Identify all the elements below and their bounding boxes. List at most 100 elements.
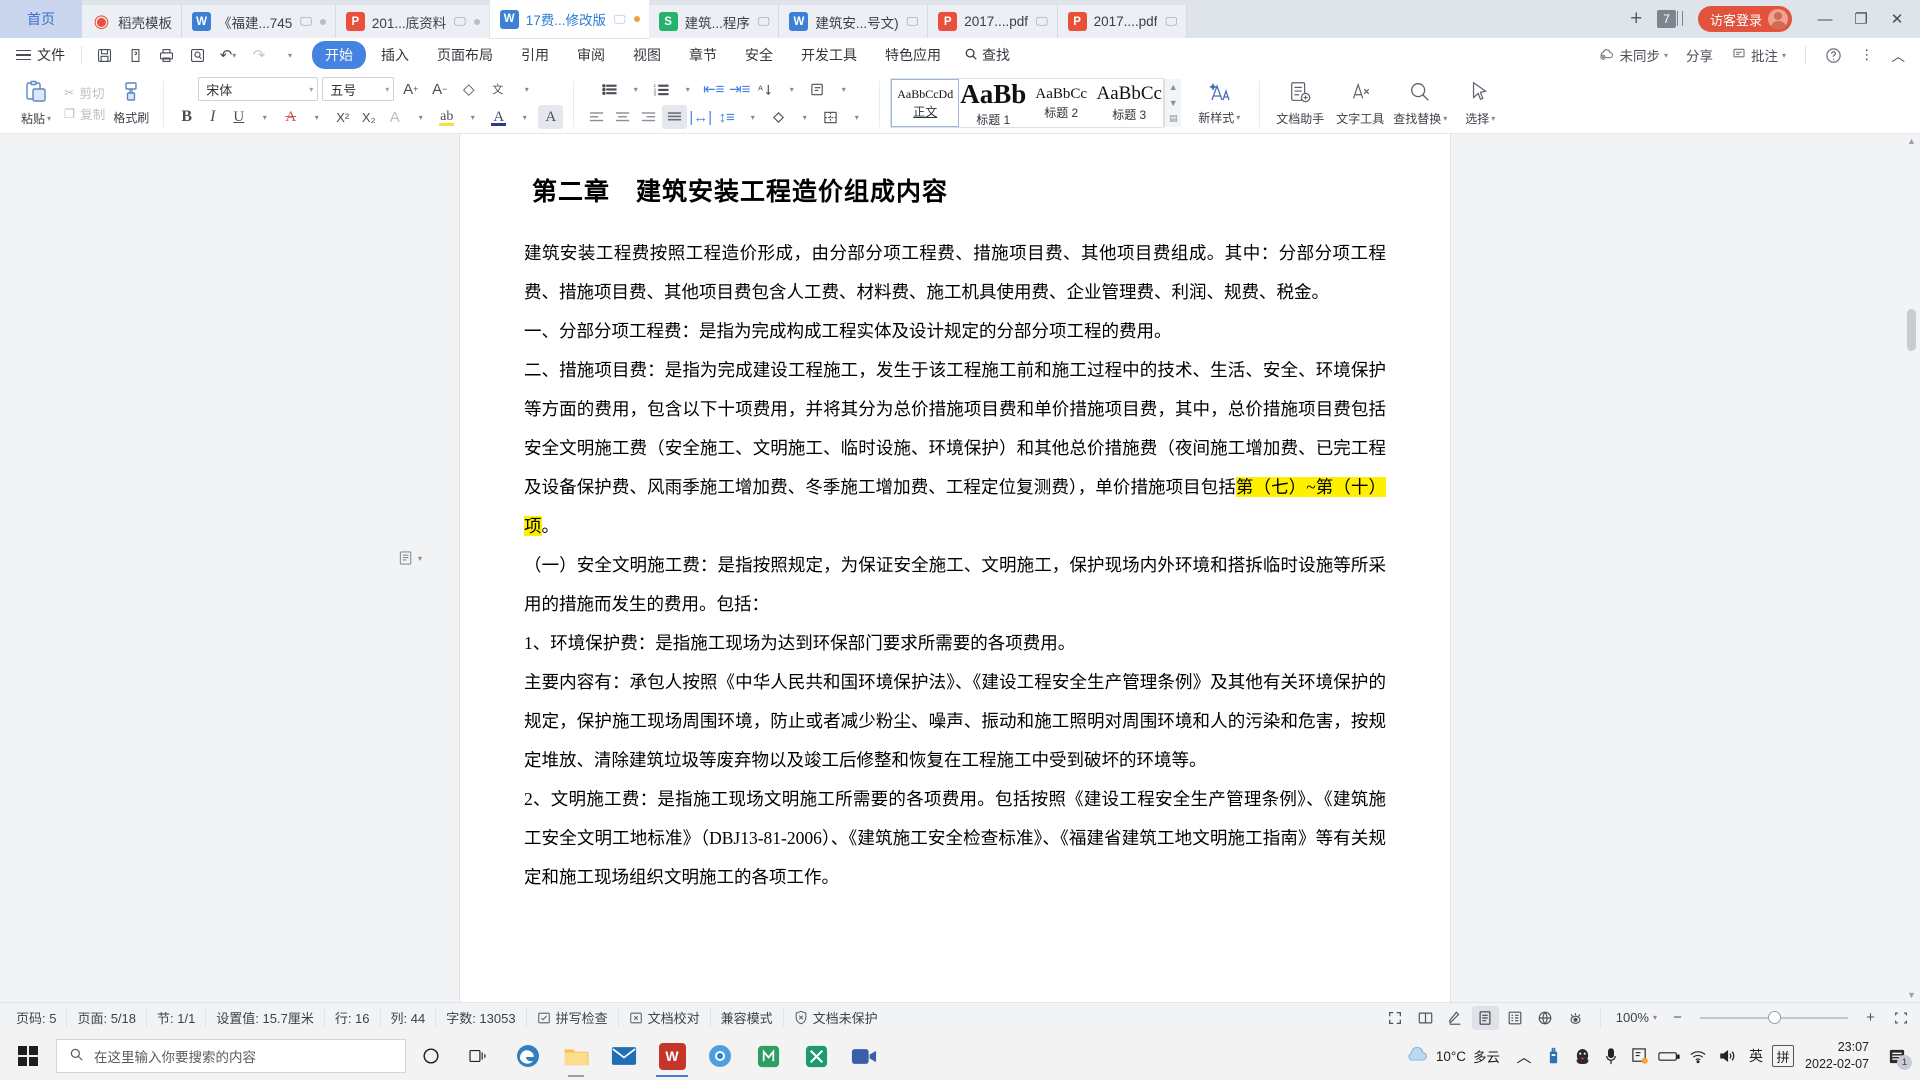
ribbon-tab[interactable]: 页面布局 [424,41,506,69]
search-input[interactable]: 在这里输入你要搜索的内容 [56,1039,406,1073]
document-page[interactable]: 第二章 建筑安装工程造价组成内容 建筑安装工程费按照工程造价形成，由分部分项工程… [460,134,1450,1002]
ribbon-tab[interactable]: 安全 [732,41,786,69]
font-name-select[interactable]: 宋体 ▾ [198,77,319,101]
chevron-down-icon[interactable]: ▾ [514,77,539,101]
tab-monitor-icon[interactable]: 🖵 [614,12,626,27]
new-tab-button[interactable]: + [1621,7,1651,31]
volume-icon[interactable] [1714,1034,1740,1078]
tab-monitor-icon[interactable]: 🖵 [454,14,466,29]
windows-start-icon[interactable] [4,1032,52,1080]
web-view-icon[interactable] [1532,1006,1559,1030]
status-bar-item[interactable]: 节: 1/1 [147,1008,207,1027]
chevron-down-icon[interactable]: ▾ [460,105,485,129]
font-size-select[interactable]: 五号 ▾ [322,77,395,101]
clear-format-icon[interactable]: ◇ [456,77,481,101]
ribbon-tab[interactable]: 特色应用 [872,41,954,69]
taskbar-app-wps[interactable]: W [648,1034,696,1078]
collapse-ribbon-icon[interactable]: ︿ [1885,42,1913,68]
chevron-down-icon[interactable]: ▾ [844,105,869,129]
scroll-down-icon[interactable]: ▼ [1906,990,1917,1000]
undo-icon[interactable]: ↶ ▾ [214,42,242,68]
format-painter-button[interactable]: 格式刷 [105,80,153,126]
chevron-down-icon[interactable]: ▾ [831,77,856,101]
taskbar-app-file-explorer[interactable] [552,1034,600,1078]
ribbon-tab[interactable]: 视图 [620,41,674,69]
chevron-down-icon[interactable]: ▾ [623,77,648,101]
tool-button[interactable]: 文档助手 [1270,80,1330,127]
style-item[interactable]: AaBbCc 标题 2 [1027,79,1095,127]
highlight-color-button[interactable]: ab [434,105,459,129]
tab-monitor-icon[interactable]: 🖵 [300,14,312,29]
status-bar-item[interactable]: 兼容模式 [711,1008,784,1027]
scrollbar-thumb[interactable] [1907,309,1916,351]
battery-icon[interactable] [1656,1034,1682,1078]
help-icon[interactable] [1818,44,1849,67]
underline-button[interactable]: U [226,105,251,129]
tool-button[interactable]: 文字工具 [1330,80,1390,127]
eye-protection-icon[interactable] [1562,1006,1589,1030]
status-bar-item[interactable]: 文档未保护 [784,1009,888,1027]
zoom-out-button[interactable]: − [1664,1006,1691,1030]
close-button[interactable]: ✕ [1880,4,1914,34]
find-button[interactable]: 查找 [954,41,1020,69]
shading-icon[interactable] [766,105,791,129]
usb-icon[interactable] [1540,1034,1566,1078]
status-bar-item[interactable]: 页码: 5 [6,1008,68,1027]
chevron-up-icon[interactable]: ︿ [1511,1034,1537,1078]
paste-button[interactable]: 粘贴 ▾ [12,79,60,127]
chevron-down-icon[interactable]: ▾ [408,105,433,129]
edit-view-icon[interactable] [1442,1006,1469,1030]
document-tab[interactable]: S 建筑...程序 🖵 [648,5,780,38]
ribbon-tab[interactable]: 章节 [676,41,730,69]
increase-font-size-icon[interactable]: A + [398,77,423,101]
tool-button[interactable]: 选择 ▾ [1450,80,1510,127]
status-bar-item[interactable]: 文档校对 [619,1008,711,1027]
document-tab[interactable]: P 2017....pdf 🖵 [928,5,1058,38]
taskbar-app-app[interactable] [744,1034,792,1078]
borders-icon[interactable] [818,105,843,129]
fit-page-icon[interactable] [1887,1006,1914,1030]
document-tab[interactable]: ◉ 稻壳模板 [82,5,182,38]
sync-status-button[interactable]: 未同步 ▾ [1592,42,1675,68]
tab-monitor-icon[interactable]: 🖵 [907,14,919,29]
vertical-scrollbar[interactable]: ▲ ▼ [1906,134,1917,1002]
scroll-down-icon[interactable]: ▼ [1167,96,1179,111]
mic-icon[interactable] [1598,1034,1624,1078]
home-tab[interactable]: 首页 [0,0,82,38]
cortana-icon[interactable] [408,1034,454,1078]
chevron-down-icon[interactable]: ▾ [304,105,329,129]
chevron-down-icon[interactable]: ▾ [779,77,804,101]
tool-button[interactable]: 查找替换 ▾ [1390,80,1450,127]
taskbar-app-browser[interactable] [696,1034,744,1078]
restore-button[interactable]: ❐ [1844,4,1878,34]
bullet-list-icon[interactable] [597,77,622,101]
status-bar-item[interactable]: 字数: 13053 [436,1008,527,1027]
page-view-icon[interactable] [1471,1005,1499,1030]
superscript-button[interactable]: X² [330,105,355,129]
share-button[interactable]: 分享 [1679,42,1720,68]
line-spacing-icon[interactable]: ↕≡ [714,105,739,129]
screenshot-icon[interactable] [1627,1034,1653,1078]
status-bar-item[interactable]: 设置值: 15.7厘米 [206,1008,325,1027]
comment-button[interactable]: 批注 ▾ [1724,42,1793,68]
decrease-font-size-icon[interactable]: A − [427,77,452,101]
document-tab[interactable]: W 建筑安...号文) 🖵 [779,5,929,38]
ribbon-tab[interactable]: 开发工具 [788,41,870,69]
decrease-indent-icon[interactable]: ⇤≡ [701,77,726,101]
qq-icon[interactable] [1569,1034,1595,1078]
strikethrough-button[interactable]: A [278,105,303,129]
chevron-down-icon[interactable]: ▾ [675,77,700,101]
search-doc-icon[interactable] [183,42,211,68]
paragraph-settings-icon[interactable]: ▾ [398,550,422,566]
task-view-icon[interactable] [456,1034,502,1078]
style-item[interactable]: AaBbCc 标题 3 [1095,79,1163,127]
chevron-down-icon[interactable]: ▾ [792,105,817,129]
italic-button[interactable]: I [200,105,225,129]
status-bar-item[interactable]: 行: 16 [325,1008,381,1027]
subscript-button[interactable]: X₂ [356,105,381,129]
character-shading-button[interactable]: A [538,105,564,129]
status-bar-item[interactable]: 列: 44 [381,1008,437,1027]
ribbon-tab[interactable]: 引用 [508,41,562,69]
new-style-button[interactable]: 新样式 ▾ [1189,81,1249,126]
document-tab[interactable]: P 2017....pdf 🖵 [1057,5,1188,38]
